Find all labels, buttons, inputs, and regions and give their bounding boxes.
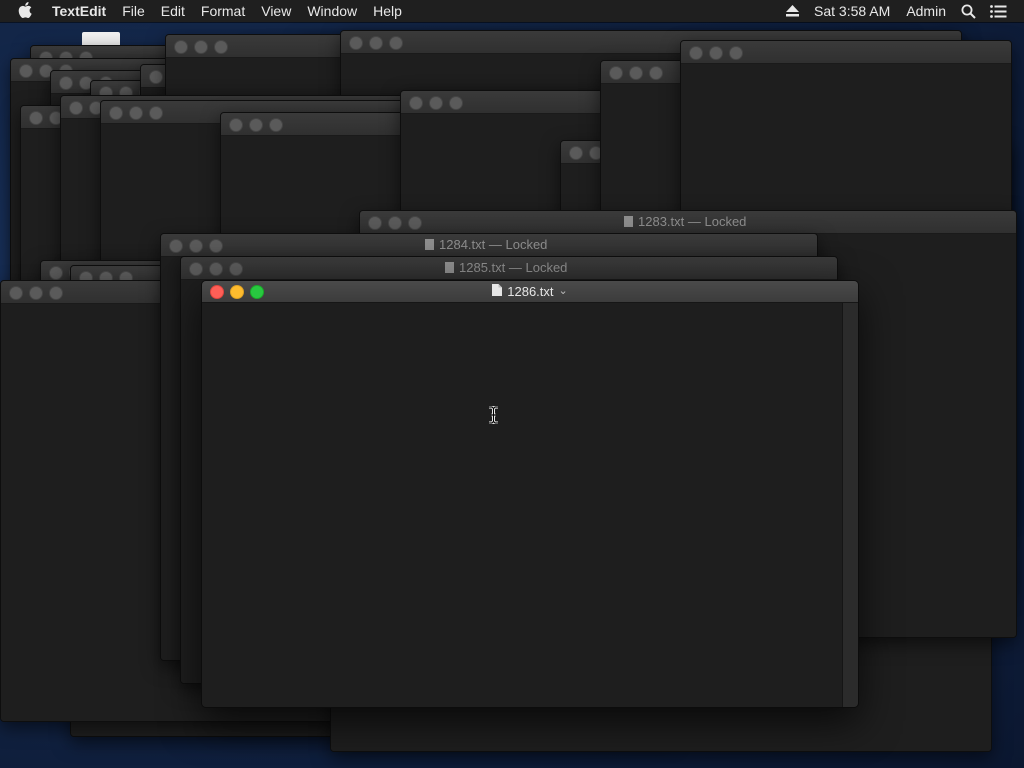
window-titlebar[interactable] <box>681 41 1011 64</box>
close-button[interactable] <box>409 96 423 110</box>
menu-app-name[interactable]: TextEdit <box>44 0 114 22</box>
menu-edit[interactable]: Edit <box>153 0 193 22</box>
window-titlebar[interactable]: 1284.txt — Locked <box>161 234 817 257</box>
document-icon <box>445 262 454 273</box>
window-title-text: 1286.txt <box>507 284 554 299</box>
close-button[interactable] <box>349 36 363 50</box>
document-icon <box>624 216 633 227</box>
menu-window[interactable]: Window <box>299 0 365 22</box>
apple-icon <box>18 1 32 21</box>
minimize-button[interactable] <box>709 46 723 60</box>
window-titlebar[interactable]: 1283.txt — Locked <box>360 211 1016 234</box>
menu-bar: TextEdit File Edit Format View Window He… <box>0 0 1024 22</box>
minimize-button[interactable] <box>388 216 402 230</box>
eject-icon[interactable] <box>779 0 806 22</box>
minimize-button[interactable] <box>429 96 443 110</box>
close-button[interactable] <box>149 70 163 84</box>
close-button[interactable] <box>109 106 123 120</box>
window-title[interactable]: 1286.txt ⌄ <box>202 281 858 302</box>
menu-clock[interactable]: Sat 3:58 AM <box>806 0 898 22</box>
close-button[interactable] <box>169 239 183 253</box>
zoom-button[interactable] <box>649 66 663 80</box>
text-editor-area[interactable] <box>202 303 843 707</box>
close-button[interactable] <box>59 76 73 90</box>
menu-user[interactable]: Admin <box>898 0 954 22</box>
window-title: 1283.txt — Locked <box>624 211 746 233</box>
minimize-button[interactable] <box>249 118 263 132</box>
zoom-button[interactable] <box>209 239 223 253</box>
close-button[interactable] <box>69 101 83 115</box>
minimize-button[interactable] <box>29 286 43 300</box>
vertical-scrollbar[interactable] <box>842 303 858 707</box>
window-titlebar[interactable]: 1286.txt ⌄ <box>202 281 858 303</box>
zoom-button[interactable] <box>389 36 403 50</box>
close-button[interactable] <box>174 40 188 54</box>
menu-file[interactable]: File <box>114 0 153 22</box>
close-button[interactable] <box>49 266 63 280</box>
close-button[interactable] <box>609 66 623 80</box>
window-title: 1284.txt — Locked <box>425 234 547 256</box>
zoom-button[interactable] <box>214 40 228 54</box>
menu-bar-extras: Sat 3:58 AM Admin <box>779 0 1024 22</box>
zoom-button[interactable] <box>149 106 163 120</box>
minimize-button[interactable] <box>629 66 643 80</box>
close-button[interactable] <box>689 46 703 60</box>
minimize-button[interactable] <box>209 262 223 276</box>
close-button[interactable] <box>368 216 382 230</box>
close-button[interactable] <box>29 111 43 125</box>
zoom-button[interactable] <box>49 286 63 300</box>
document-icon <box>425 239 434 250</box>
window-title: 1285.txt — Locked <box>445 257 567 279</box>
zoom-button[interactable] <box>449 96 463 110</box>
close-button[interactable] <box>229 118 243 132</box>
close-button[interactable] <box>19 64 33 78</box>
zoom-button[interactable] <box>229 262 243 276</box>
apple-menu[interactable] <box>0 0 44 22</box>
close-button[interactable] <box>569 146 583 160</box>
zoom-button[interactable] <box>408 216 422 230</box>
spotlight-search-icon[interactable] <box>954 0 983 22</box>
menu-help[interactable]: Help <box>365 0 410 22</box>
minimize-button[interactable] <box>189 239 203 253</box>
notification-center-icon[interactable] <box>983 0 1014 22</box>
textedit-window-front[interactable]: 1286.txt ⌄ <box>201 280 859 708</box>
close-button[interactable] <box>9 286 23 300</box>
close-button[interactable] <box>189 262 203 276</box>
zoom-button[interactable] <box>269 118 283 132</box>
title-chevron-icon[interactable]: ⌄ <box>559 281 568 302</box>
minimize-button[interactable] <box>194 40 208 54</box>
zoom-button[interactable] <box>729 46 743 60</box>
minimize-button[interactable] <box>369 36 383 50</box>
document-icon <box>492 281 503 302</box>
menu-format[interactable]: Format <box>193 0 253 22</box>
window-titlebar[interactable]: 1285.txt — Locked <box>181 257 837 280</box>
menu-view[interactable]: View <box>253 0 299 22</box>
ibeam-cursor-icon <box>488 405 499 429</box>
minimize-button[interactable] <box>129 106 143 120</box>
